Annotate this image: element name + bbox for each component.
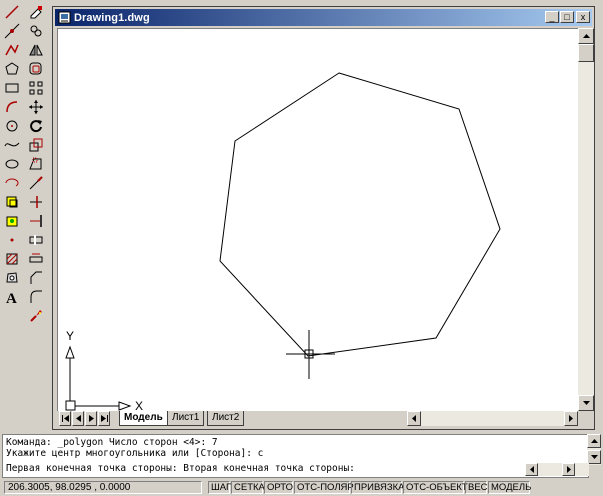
- ucs-y-label: Y: [66, 329, 74, 343]
- scale-icon[interactable]: [26, 136, 45, 154]
- minimize-button[interactable]: _: [545, 11, 559, 23]
- tab-model[interactable]: Модель: [119, 411, 168, 426]
- multiline-text-icon[interactable]: A: [2, 288, 21, 306]
- drawing-canvas[interactable]: Y X: [57, 28, 579, 412]
- command-horizontal-scrollbar[interactable]: [525, 463, 589, 476]
- cmd-scroll-down-arrow-icon[interactable]: [587, 450, 601, 464]
- drawing-window: Drawing1.dwg _ □ x Y X Модель Лист1 Лист…: [52, 6, 595, 430]
- rectangle-icon[interactable]: [2, 79, 21, 97]
- scroll-left-arrow-icon[interactable]: [407, 411, 421, 426]
- status-grid-button[interactable]: СЕТКА: [231, 481, 265, 494]
- make-block-icon[interactable]: [2, 212, 21, 230]
- status-model-button[interactable]: МОДЕЛЬ: [488, 481, 531, 494]
- scroll-right-arrow-icon[interactable]: [564, 411, 578, 426]
- status-lineweight-button[interactable]: ВЕС: [465, 481, 488, 494]
- coordinates-display: 206.3005, 98.0295 , 0.0000: [4, 481, 202, 494]
- scroll-down-arrow-icon[interactable]: [578, 395, 594, 411]
- restore-button[interactable]: □: [560, 11, 574, 23]
- last-tab-icon[interactable]: [98, 411, 110, 426]
- status-snap-button[interactable]: ШАГ: [208, 481, 231, 494]
- horizontal-scrollbar[interactable]: [407, 411, 578, 426]
- status-bar: 206.3005, 98.0295 , 0.0000 ШАГ СЕТКА ОРТ…: [0, 479, 603, 496]
- scroll-up-arrow-icon[interactable]: [578, 28, 594, 44]
- command-history-line: Укажите центр многоугольника или [Сторон…: [6, 448, 264, 459]
- explode-icon[interactable]: [26, 307, 45, 325]
- move-icon[interactable]: [26, 98, 45, 116]
- break-icon[interactable]: [26, 231, 45, 249]
- prev-tab-icon[interactable]: [72, 411, 84, 426]
- polygon-icon[interactable]: [2, 60, 21, 78]
- cmd-scroll-left-arrow-icon[interactable]: [525, 463, 538, 476]
- stretch-icon[interactable]: [26, 155, 45, 173]
- trim-icon[interactable]: [26, 193, 45, 211]
- first-tab-icon[interactable]: [59, 411, 71, 426]
- hatch-icon[interactable]: [2, 250, 21, 268]
- arc-icon[interactable]: [2, 98, 21, 116]
- cmd-scroll-right-arrow-icon[interactable]: [562, 463, 575, 476]
- ucs-icon: [65, 345, 132, 411]
- command-window[interactable]: Команда: _polygon Число сторон <4>: 7 Ук…: [2, 434, 589, 478]
- layout-tab-row: Модель Лист1 Лист2: [57, 411, 594, 427]
- point-icon[interactable]: [2, 231, 21, 249]
- draw-toolbar: A: [2, 3, 23, 307]
- ellipse-arc-icon[interactable]: [2, 174, 21, 192]
- close-button[interactable]: x: [576, 11, 590, 23]
- command-history-line: Команда: _polygon Число сторон <4>: 7: [6, 437, 218, 448]
- heptagon-shape[interactable]: [219, 72, 501, 357]
- copy-icon[interactable]: [26, 22, 45, 40]
- status-osnap-button[interactable]: ПРИВЯЗКА: [351, 481, 404, 494]
- insert-block-icon[interactable]: [2, 193, 21, 211]
- fillet-icon[interactable]: [26, 288, 45, 306]
- cmd-scroll-up-arrow-icon[interactable]: [587, 434, 601, 448]
- command-vertical-scrollbar[interactable]: [587, 434, 601, 465]
- status-polar-button[interactable]: ОТС-ПОЛЯР: [294, 481, 354, 494]
- crosshair-cursor: [286, 330, 335, 379]
- modify-toolbar: [26, 3, 47, 326]
- tab-sheet1[interactable]: Лист1: [167, 411, 205, 426]
- status-otrack-button[interactable]: ОТС-ОБЪЕКТ: [403, 481, 468, 494]
- polyline-icon[interactable]: [2, 41, 21, 59]
- extend-icon[interactable]: [26, 212, 45, 230]
- ellipse-icon[interactable]: [2, 155, 21, 173]
- next-tab-icon[interactable]: [85, 411, 97, 426]
- vertical-scrollbar[interactable]: [578, 28, 594, 411]
- mirror-icon[interactable]: [26, 41, 45, 59]
- chamfer-icon[interactable]: [26, 269, 45, 287]
- circle-icon[interactable]: [2, 117, 21, 135]
- region-icon[interactable]: [2, 269, 21, 287]
- title-bar[interactable]: Drawing1.dwg _ □ x: [55, 9, 592, 26]
- vertical-scroll-thumb[interactable]: [578, 44, 594, 62]
- construction-line-icon[interactable]: [2, 22, 21, 40]
- spline-icon[interactable]: [2, 136, 21, 154]
- array-icon[interactable]: [26, 79, 45, 97]
- svg-text:A: A: [6, 291, 17, 305]
- tab-sheet2[interactable]: Лист2: [207, 411, 245, 426]
- command-prompt-line[interactable]: Первая конечная точка стороны: Вторая ко…: [6, 463, 355, 474]
- offset-icon[interactable]: [26, 60, 45, 78]
- drawing-file-icon: [58, 11, 71, 24]
- erase-icon[interactable]: [26, 3, 45, 21]
- window-title: Drawing1.dwg: [74, 11, 150, 24]
- break-at-point-icon[interactable]: [26, 250, 45, 268]
- lengthen-icon[interactable]: [26, 174, 45, 192]
- status-ortho-button[interactable]: ОРТО: [264, 481, 293, 494]
- line-icon[interactable]: [2, 3, 21, 21]
- rotate-icon[interactable]: [26, 117, 45, 135]
